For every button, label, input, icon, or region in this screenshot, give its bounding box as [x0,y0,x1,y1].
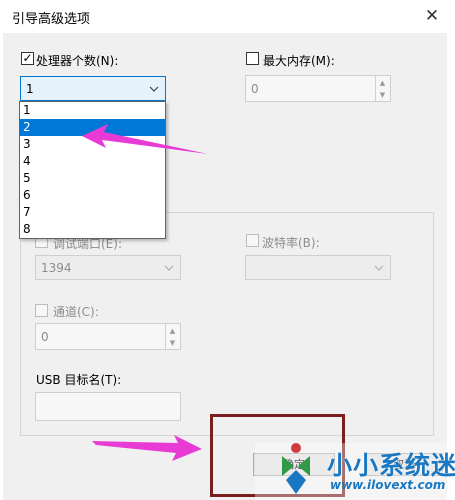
processors-value: 1 [26,82,34,96]
channel-stepper[interactable]: 0 ▲ ▼ [35,323,181,350]
debug-port-value: 1394 [41,261,72,275]
max-memory-checkbox[interactable] [246,52,259,65]
debug-port-combobox[interactable]: 1394 [35,255,181,280]
baud-rate-label: 波特率(B): [262,236,320,250]
close-icon[interactable]: ✕ [421,6,443,26]
baud-rate-combobox[interactable] [245,255,391,280]
baud-rate-checkbox[interactable] [246,234,259,247]
processors-combobox[interactable]: 1 [20,76,166,101]
processors-option-5[interactable]: 5 [20,170,165,187]
watermark-url: www.ilovext.com [330,478,446,492]
check-icon: ✓ [22,51,33,65]
processors-option-7[interactable]: 7 [20,204,165,221]
background-window-edge [0,33,3,500]
usb-target-input[interactable] [35,392,181,421]
chevron-down-icon [149,86,159,92]
processors-checkbox[interactable]: ✓ [21,52,34,65]
window-title: 引导高级选项 [12,12,91,27]
usb-target-label: USB 目标名(T): [36,373,122,387]
max-memory-value: 0 [251,82,259,96]
max-memory-label: 最大内存(M): [263,54,335,68]
watermark-logo-icon [282,443,310,494]
max-memory-stepper[interactable]: 0 ▲ ▼ [245,75,391,102]
spin-down-icon[interactable]: ▼ [375,88,389,102]
background-window-edge-right [447,33,455,500]
processors-option-1[interactable]: 1 [20,102,165,119]
channel-checkbox[interactable] [35,304,48,317]
channel-label: 通道(C): [53,305,99,319]
annotation-arrow-icon [82,124,208,154]
chevron-down-icon [164,265,174,271]
channel-value: 0 [41,330,49,344]
processors-label: 处理器个数(N): [36,54,119,68]
watermark-name: 小小系统迷 [327,451,455,480]
annotation-arrow-icon [92,435,202,461]
processors-option-6[interactable]: 6 [20,187,165,204]
chevron-down-icon [374,265,384,271]
processors-option-8[interactable]: 8 [20,221,165,238]
spin-down-icon[interactable]: ▼ [165,336,179,350]
